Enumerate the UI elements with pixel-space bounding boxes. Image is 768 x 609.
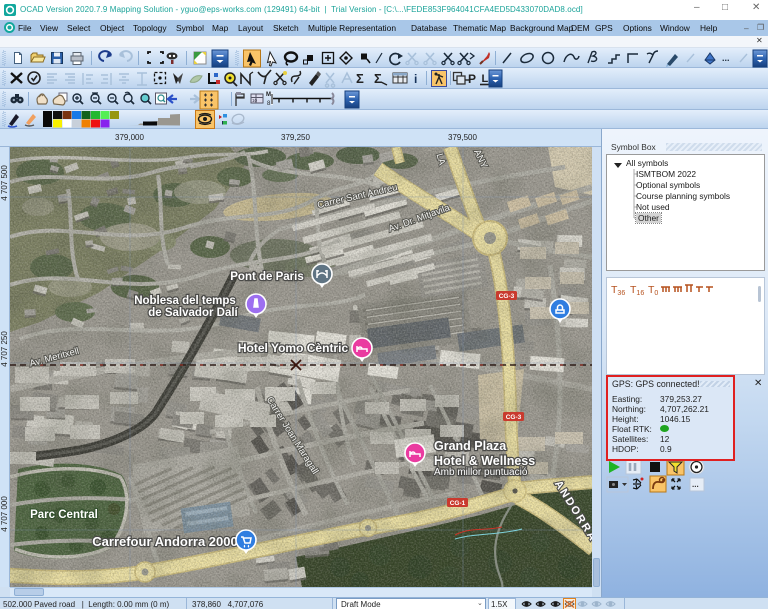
- svg-text:Carrefour Andorra 2000: Carrefour Andorra 2000: [92, 534, 237, 549]
- svg-text:10: 10: [252, 98, 258, 103]
- svg-text:M: M: [266, 92, 271, 98]
- svg-text:T0: T0: [648, 284, 658, 297]
- svg-text:8: 8: [267, 101, 271, 107]
- svg-text:4 707 500: 4 707 500: [0, 165, 9, 201]
- svg-text:i: i: [414, 72, 417, 86]
- svg-text:Amb millor puntuació: Amb millor puntuació: [434, 467, 528, 478]
- svg-text:P: P: [468, 72, 476, 86]
- svg-text:4 707 250: 4 707 250: [0, 331, 9, 367]
- svg-text:CG-3: CG-3: [506, 414, 522, 421]
- svg-text:L: L: [482, 73, 489, 85]
- svg-text:Pont de Paris: Pont de Paris: [230, 271, 304, 283]
- svg-text:Hotel Yomo Cèntric: Hotel Yomo Cèntric: [238, 341, 349, 355]
- svg-text:CG-3: CG-3: [499, 293, 515, 300]
- svg-text:de Salvador Dalí: de Salvador Dalí: [148, 307, 238, 319]
- svg-text:...: ...: [692, 480, 699, 489]
- svg-text:4 707 000: 4 707 000: [0, 496, 9, 532]
- svg-text:Parc Central: Parc Central: [30, 509, 98, 521]
- svg-text:T16: T16: [630, 284, 644, 297]
- svg-text:Σ: Σ: [356, 71, 364, 86]
- svg-text:Hotel & Wellness: Hotel & Wellness: [434, 454, 535, 468]
- svg-text:Noblesa del temps: Noblesa del temps: [134, 295, 236, 307]
- svg-text:Σ: Σ: [374, 71, 382, 86]
- svg-text:Grand Plaza: Grand Plaza: [434, 439, 507, 453]
- svg-text:CG-1: CG-1: [450, 500, 466, 507]
- svg-text:...: ...: [722, 53, 730, 63]
- svg-text:T36: T36: [611, 284, 625, 297]
